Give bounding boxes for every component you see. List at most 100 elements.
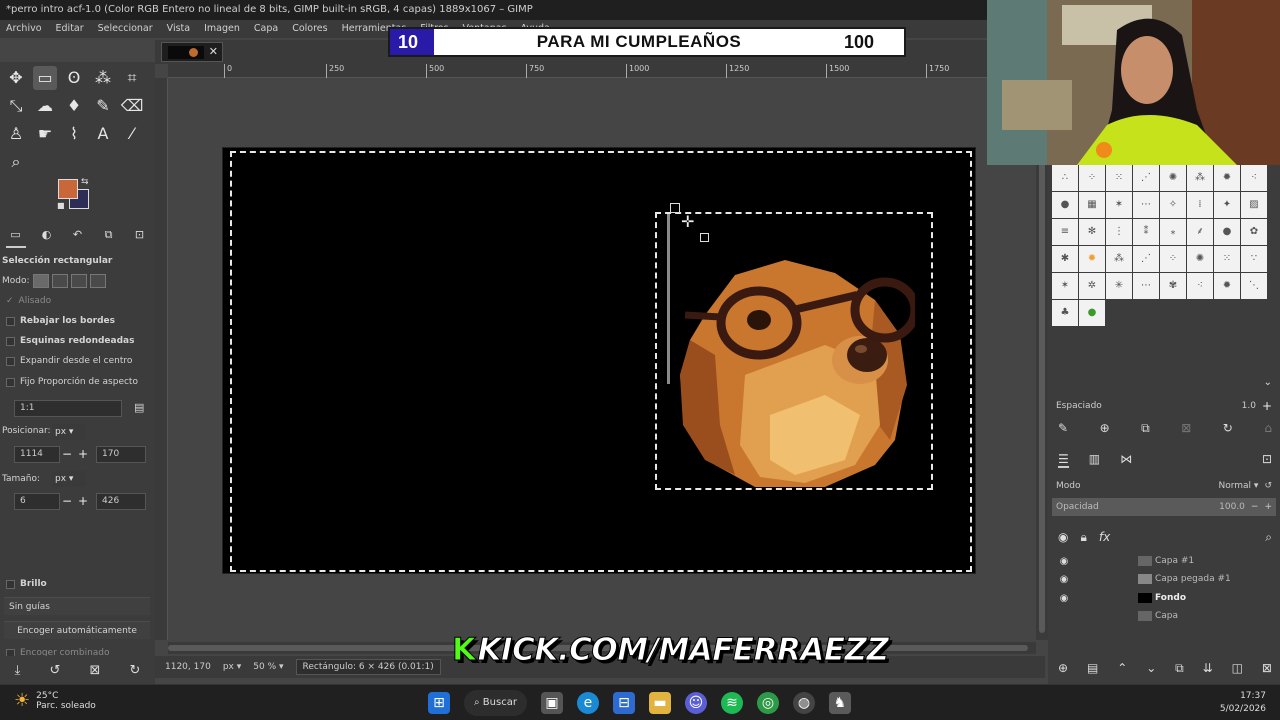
brush-item[interactable]: ⁞ [1187,192,1213,218]
rect-select-tool-icon[interactable]: ▭ [33,66,57,90]
menu-editar[interactable]: Editar [56,20,84,38]
tab-images[interactable]: ⧉ [99,228,119,248]
brush-item[interactable]: ⁘ [1079,165,1105,191]
brush-item[interactable]: ✧ [1160,192,1186,218]
plus-icon[interactable]: + [78,493,88,509]
obs-icon[interactable]: ◍ [792,692,815,714]
reset-colors-icon[interactable]: ■ [57,201,65,210]
dock-menu-icon[interactable]: ⊡ [130,228,150,248]
swap-colors-icon[interactable]: ⇆ [81,177,89,187]
selection-handle[interactable] [700,233,709,242]
unit-select[interactable]: px ▾ [223,662,241,672]
fuzzy-select-tool-icon[interactable]: ⁂ [91,66,115,90]
plus-icon[interactable]: + [1262,399,1272,413]
brush-item[interactable]: ✹ [1214,273,1240,299]
lock-icon[interactable]: 🔒︎ [1080,530,1086,545]
brush-item[interactable]: ⁙ [1106,165,1132,191]
brush-item[interactable]: ⋮ [1106,219,1132,245]
task-view-icon[interactable]: ▣ [540,692,563,714]
clipboard-icon[interactable]: ▤ [134,401,144,414]
position-y-field[interactable]: 170 [96,446,146,463]
position-x-field[interactable]: 1114 [14,446,60,463]
channels-tab-icon[interactable]: ▥ [1089,452,1100,468]
refresh-icon[interactable]: ↻ [1223,421,1233,436]
brush-item[interactable]: ✶ [1106,192,1132,218]
new-layer-icon[interactable]: ⊕ [1058,661,1068,676]
brush-item[interactable]: ⁙ [1214,246,1240,272]
brush-item[interactable]: ⋯ [1133,273,1159,299]
menu-seleccionar[interactable]: Seleccionar [98,20,153,38]
brush-item[interactable]: ✺ [1160,165,1186,191]
zoom-select[interactable]: 50 % ▾ [253,662,283,672]
mode-select[interactable]: Normal ▾ [1218,481,1258,491]
smudge-tool-icon[interactable]: ☛ [33,122,57,146]
feather-option[interactable]: Rebajar los bordes [6,316,115,326]
minus-icon[interactable]: − [62,446,72,462]
brush-item[interactable]: ⋯ [1133,192,1159,218]
brush-item[interactable]: ✺ [1187,246,1213,272]
foreground-color[interactable] [58,179,78,199]
brush-item[interactable]: ✶ [1052,273,1078,299]
minus-icon[interactable]: − [62,493,72,509]
brush-item[interactable]: ✳ [1106,273,1132,299]
brush-item[interactable]: ⁂ [1187,165,1213,191]
brush-item[interactable]: ∴ [1052,165,1078,191]
layer-row[interactable]: Capa [1052,607,1276,625]
duplicate-brush-icon[interactable]: ⧉ [1141,421,1150,436]
size-unit-select[interactable]: px ▾ [52,471,86,487]
new-group-icon[interactable]: ▤ [1087,661,1098,676]
layer-row[interactable]: ◉ Capa #1 [1052,552,1276,570]
delete-options-icon[interactable]: ⊠ [89,663,100,678]
delete-layer-icon[interactable]: ⊠ [1262,661,1272,676]
tab-undo-history[interactable]: ↶ [68,228,88,248]
text-tool-icon[interactable]: A [91,122,115,146]
paths-tab-icon[interactable]: ⋈ [1120,452,1132,468]
brush-item[interactable]: ✹ [1214,165,1240,191]
highlight-option[interactable]: Brillo [6,579,47,589]
opacity-row[interactable]: Opacidad 100.0 − + [1052,498,1276,516]
delete-brush-icon[interactable]: ⊠ [1181,421,1191,436]
restore-options-icon[interactable]: ↺ [49,663,60,678]
brush-item[interactable]: ✿ [1241,219,1267,245]
close-icon[interactable]: ✕ [209,45,218,58]
reset-options-icon[interactable]: ↻ [130,663,141,678]
minus-icon[interactable]: − [1251,502,1259,512]
brush-item[interactable]: ⁂ [1106,246,1132,272]
autoshrink-button[interactable]: Encoger automáticamente [4,621,150,639]
warp-tool-icon[interactable]: ☁ [33,94,57,118]
eye-icon[interactable]: ◉ [1052,593,1076,604]
file-explorer-icon[interactable]: ▬ [648,692,671,714]
tab-tool-options[interactable]: ▭ [5,228,26,248]
paths-tool-icon[interactable]: ⌇ [62,122,86,146]
merge-layer-icon[interactable]: ⇊ [1203,661,1213,676]
chevron-down-icon[interactable]: ⌄ [1264,377,1272,388]
brush-item[interactable]: ⋰ [1133,246,1159,272]
discord-icon[interactable]: ☺ [684,692,707,714]
mode-add-button[interactable] [51,274,68,288]
size-height-field[interactable]: 426 [96,493,146,510]
menu-capa[interactable]: Capa [254,20,278,38]
crop-tool-icon[interactable]: ⌗ [120,66,144,90]
paintbrush-tool-icon[interactable]: ✎ [91,94,115,118]
mode-intersect-button[interactable] [89,274,106,288]
edit-brush-icon[interactable]: ✎ [1058,421,1068,436]
menu-vista[interactable]: Vista [167,20,190,38]
brush-item[interactable]: ⁑ [1133,219,1159,245]
brush-item[interactable]: ∵ [1241,246,1267,272]
taskbar-search[interactable]: ⌕ Buscar [464,690,527,716]
brush-item[interactable]: ⋰ [1133,165,1159,191]
brush-item[interactable]: ≡ [1052,219,1078,245]
position-unit-select[interactable]: px ▾ [52,424,86,440]
rounded-option[interactable]: Esquinas redondeadas [6,336,134,346]
fixed-checkbox[interactable] [6,377,15,387]
aspect-ratio-field[interactable]: 1:1 [14,400,122,417]
spotify-icon[interactable]: ≋ [720,692,743,714]
dock-menu-icon[interactable]: ⊡ [1262,452,1272,468]
size-width-field[interactable]: 6 [14,493,60,510]
new-brush-icon[interactable]: ⊕ [1100,421,1110,436]
move-tool-icon[interactable]: ✥ [4,66,28,90]
tag-icon[interactable]: ⌂ [1264,421,1272,436]
brush-item[interactable]: ⁖ [1187,273,1213,299]
brush-item[interactable]: ✹ [1079,246,1105,272]
eye-icon[interactable]: ◉ [1052,574,1076,585]
